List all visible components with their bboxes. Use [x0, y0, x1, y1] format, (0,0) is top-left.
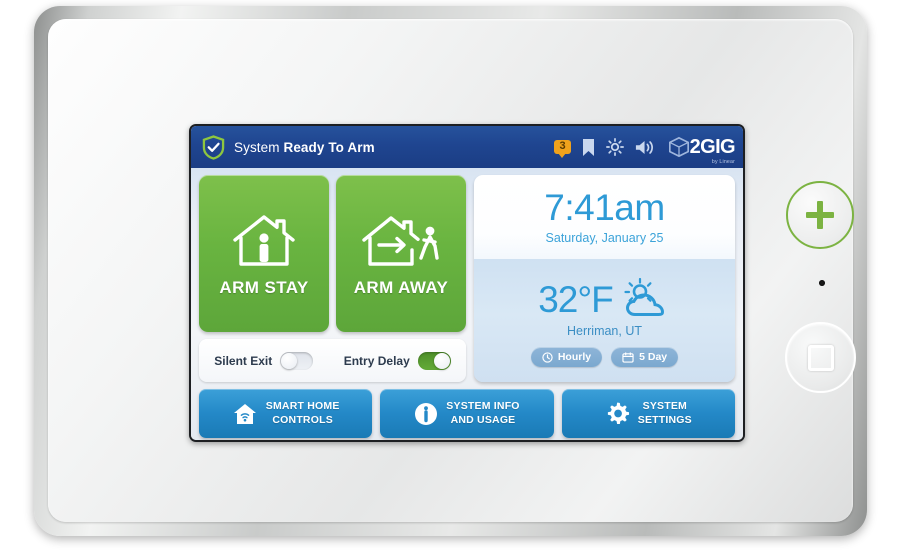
- clock-icon: [542, 351, 553, 363]
- switch-knob: [281, 352, 298, 369]
- smart-home-controls-label: SMART HOME CONTROLS: [266, 400, 340, 426]
- logo-text: 2GIG: [689, 136, 736, 158]
- arm-stay-label: ARM STAY: [219, 277, 309, 297]
- info-icon: [415, 402, 438, 425]
- plus-icon: [806, 201, 834, 229]
- home-button[interactable]: [785, 322, 856, 393]
- weather-card[interactable]: 32°F Herriman, UT Hourly 5 Day: [474, 259, 735, 382]
- system-settings-label: SYSTEM SETTINGS: [638, 400, 692, 426]
- entry-delay-switch[interactable]: [417, 351, 451, 370]
- status-bar: System Ready To Arm 3 2GIG by Linear: [191, 126, 743, 168]
- speaker-icon[interactable]: [635, 139, 655, 156]
- switch-knob: [433, 352, 450, 369]
- square-icon: [807, 344, 834, 371]
- entry-delay-label: Entry Delay: [343, 353, 410, 368]
- toggle-bar: Silent Exit Entry Delay: [199, 339, 466, 382]
- status-emphasis: Ready To Arm: [283, 139, 375, 155]
- hourly-button[interactable]: Hourly: [530, 347, 603, 367]
- brightness-icon[interactable]: [605, 138, 624, 156]
- smart-home-controls-button[interactable]: SMART HOME CONTROLS: [199, 389, 373, 438]
- arm-column: ARM STAY ARM AWAY Silent Exit Entry Dela…: [199, 175, 466, 382]
- system-settings-button[interactable]: SYSTEM SETTINGS: [561, 389, 735, 438]
- weather-location: Herriman, UT: [566, 324, 642, 338]
- temperature-value: 32°F: [538, 278, 614, 320]
- bottom-navigation: SMART HOME CONTROLS SYSTEM INFO AND USAG…: [199, 389, 735, 438]
- five-day-label: 5 Day: [639, 351, 668, 363]
- house-person-icon: [233, 214, 295, 266]
- upper-row: ARM STAY ARM AWAY Silent Exit Entry Dela…: [199, 175, 735, 382]
- calendar-icon: [622, 351, 634, 363]
- arm-away-button[interactable]: ARM AWAY: [336, 175, 466, 332]
- arm-button-row: ARM STAY ARM AWAY: [199, 175, 466, 332]
- system-info-button[interactable]: SYSTEM INFO AND USAGE: [380, 389, 554, 438]
- arm-stay-button[interactable]: ARM STAY: [199, 175, 329, 332]
- five-day-button[interactable]: 5 Day: [611, 347, 679, 367]
- touchscreen-display[interactable]: System Ready To Arm 3 2GIG by Linear ARM…: [189, 124, 745, 442]
- message-badge-icon[interactable]: 3: [554, 139, 571, 158]
- partly-cloudy-icon: [624, 278, 664, 316]
- silent-exit-toggle-group[interactable]: Silent Exit: [214, 351, 314, 370]
- nav-line-2: CONTROLS: [272, 413, 333, 426]
- system-status-text: System Ready To Arm: [234, 140, 375, 155]
- panic-button[interactable]: [786, 181, 854, 249]
- status-icon-tray: 3 2GIG by Linear: [554, 126, 736, 168]
- nav-line-2: SETTINGS: [637, 413, 692, 426]
- gear-icon: [607, 402, 629, 424]
- system-info-label: SYSTEM INFO AND USAGE: [446, 400, 519, 426]
- weather-button-row: Hourly 5 Day: [530, 347, 679, 367]
- silent-exit-switch[interactable]: [280, 351, 314, 370]
- clock-card[interactable]: 7:41am Saturday, January 25: [474, 175, 735, 259]
- house-exit-icon: [362, 215, 439, 266]
- silent-exit-label: Silent Exit: [214, 353, 273, 368]
- nav-line-2: AND USAGE: [450, 413, 516, 426]
- 2gig-logo: 2GIG by Linear: [668, 136, 736, 165]
- cube-icon: [668, 136, 689, 158]
- hourly-label: Hourly: [557, 351, 592, 363]
- nav-line-1: SMART HOME: [265, 400, 340, 413]
- house-wifi-icon: [233, 403, 256, 424]
- arm-away-label: ARM AWAY: [353, 277, 449, 297]
- temperature-row: 32°F: [538, 278, 671, 320]
- nav-line-1: SYSTEM: [642, 400, 687, 413]
- current-date: Saturday, January 25: [545, 231, 664, 245]
- logo-subtitle: by Linear: [711, 158, 735, 165]
- clock-weather-panel: 7:41am Saturday, January 25 32°F Herrima…: [474, 175, 735, 382]
- current-time: 7:41am: [544, 187, 665, 228]
- status-led: [819, 280, 825, 286]
- entry-delay-toggle-group[interactable]: Entry Delay: [343, 351, 451, 370]
- status-prefix: System: [234, 139, 284, 155]
- bookmark-icon[interactable]: [582, 138, 595, 156]
- nav-line-1: SYSTEM INFO: [446, 400, 520, 413]
- shield-check-icon: [202, 134, 225, 160]
- alarm-panel-device: System Ready To Arm 3 2GIG by Linear ARM…: [34, 6, 867, 536]
- home-screen-body: ARM STAY ARM AWAY Silent Exit Entry Dela…: [191, 168, 743, 440]
